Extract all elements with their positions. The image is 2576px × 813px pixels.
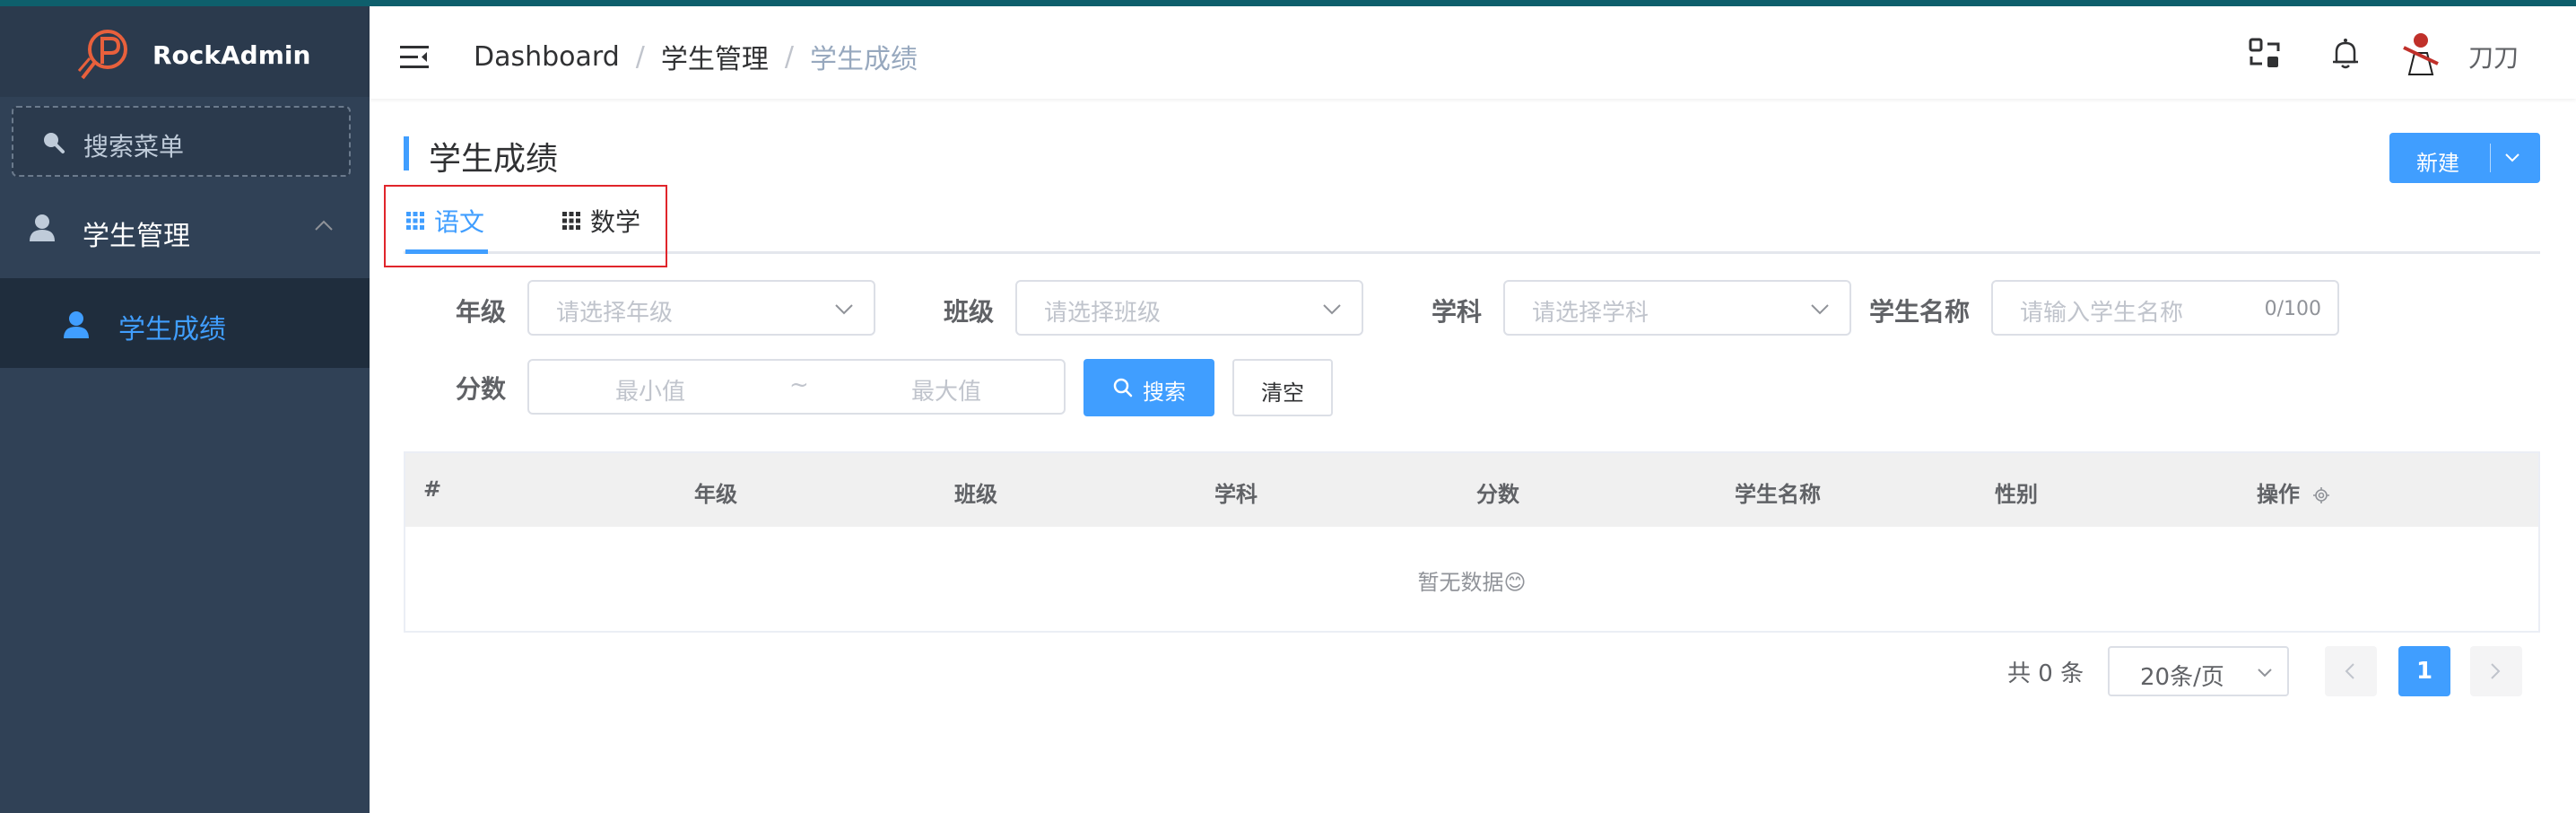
grade-label: 年级 [456, 297, 507, 327]
grade-placeholder: 请选择年级 [556, 300, 674, 327]
gear-icon[interactable] [2312, 486, 2330, 504]
subject-placeholder: 请选择学科 [1532, 300, 1649, 327]
column-header-class: 班级 [954, 482, 997, 507]
breadcrumb: Dashboard / 学生管理 / 学生成绩 [474, 37, 918, 76]
tabs-highlight-annotation [384, 185, 667, 267]
new-button-label: 新建 [2416, 151, 2459, 176]
screen-switch-icon[interactable] [2248, 37, 2282, 71]
search-button[interactable]: 搜索 [1083, 359, 1214, 416]
sidebar-group-label: 学生管理 [83, 221, 190, 252]
breadcrumb-separator: / [784, 40, 794, 73]
page-size-label: 20条/页 [2140, 664, 2224, 691]
chevron-down-icon[interactable] [2504, 153, 2520, 163]
chevron-down-icon [1811, 304, 1829, 315]
column-header-actions-label: 操作 [2257, 482, 2300, 507]
sidebar-group-student-management[interactable]: 学生管理 [0, 192, 370, 278]
breadcrumb-current: 学生成绩 [809, 44, 918, 75]
menu-search[interactable]: 搜索菜单 [12, 106, 351, 177]
menu-search-label: 搜索菜单 [83, 132, 185, 162]
sidebar-item-label: 学生成绩 [118, 314, 226, 345]
username[interactable]: 刀刀 [2468, 39, 2519, 74]
app-name: RockAdmin [152, 40, 311, 70]
column-header-student-name: 学生名称 [1735, 482, 1821, 507]
page-size-select[interactable]: 20条/页 [2108, 646, 2289, 696]
new-button-divider [2490, 144, 2491, 172]
hamburger-icon[interactable] [400, 44, 429, 71]
top-header: Dashboard / 学生管理 / 学生成绩 刀刀 [370, 6, 2576, 99]
chevron-down-icon [1323, 304, 1341, 315]
range-separator: ~ [789, 372, 809, 398]
score-min-input[interactable]: 最小值 [615, 373, 685, 406]
chevron-left-icon [2345, 663, 2354, 679]
scores-table: # 年级 班级 学科 分数 学生名称 性别 操作 暂无数据😊 [404, 451, 2540, 633]
class-placeholder: 请选择班级 [1044, 300, 1162, 327]
page-1-button[interactable]: 1 [2398, 646, 2450, 696]
chevron-down-icon [835, 304, 853, 315]
top-accent-line [0, 0, 2576, 6]
grade-select[interactable]: 请选择年级 [527, 280, 875, 336]
student-name-label: 学生名称 [1869, 297, 1971, 327]
sidebar: RockAdmin 搜索菜单 学生管理 学生成绩 [0, 0, 370, 813]
chevron-up-icon [315, 220, 333, 231]
column-header-index: # [423, 476, 442, 502]
breadcrumb-student-management[interactable]: 学生管理 [661, 37, 769, 76]
tabs-divider [404, 251, 2540, 254]
chevron-down-icon [2258, 669, 2272, 678]
breadcrumb-separator: / [635, 40, 645, 73]
new-button[interactable]: 新建 [2389, 133, 2540, 183]
score-range[interactable]: 最小值 ~ 最大值 [527, 359, 1066, 415]
logo-area[interactable]: RockAdmin [0, 6, 370, 97]
search-icon [1113, 378, 1133, 398]
score-max-input[interactable]: 最大值 [911, 373, 981, 406]
char-counter: 0/100 [2264, 298, 2321, 320]
column-header-grade: 年级 [694, 482, 737, 507]
class-label: 班级 [944, 297, 995, 327]
subject-select[interactable]: 请选择学科 [1503, 280, 1851, 336]
avatar[interactable] [2400, 31, 2441, 76]
clear-button-label: 清空 [1261, 380, 1304, 406]
student-name-input[interactable]: 请输入学生名称 0/100 [1991, 280, 2339, 336]
empty-state: 暂无数据😊 [1417, 570, 1527, 595]
breadcrumb-dashboard[interactable]: Dashboard [474, 41, 620, 73]
user-icon [30, 214, 55, 241]
page-title: 学生成绩 [429, 141, 559, 178]
chevron-right-icon [2491, 663, 2501, 679]
clear-button[interactable]: 清空 [1232, 359, 1333, 416]
class-select[interactable]: 请选择班级 [1015, 280, 1363, 336]
score-label: 分数 [456, 374, 507, 404]
total-count: 共 0 条 [2007, 660, 2084, 687]
logo-icon [77, 30, 127, 80]
column-header-actions: 操作 [2257, 476, 2330, 508]
column-header-subject: 学科 [1214, 482, 1258, 507]
page-title-accent [404, 136, 409, 170]
column-header-gender: 性别 [1995, 482, 2038, 507]
search-icon [44, 133, 65, 153]
student-name-placeholder: 请输入学生名称 [2020, 300, 2184, 327]
next-page-button[interactable] [2470, 646, 2522, 696]
user-icon [64, 311, 89, 338]
column-header-score: 分数 [1476, 482, 1519, 507]
search-button-label: 搜索 [1143, 380, 1186, 405]
table-header: # 年级 班级 学科 分数 学生名称 性别 操作 [405, 453, 2538, 527]
bell-icon[interactable] [2328, 37, 2363, 71]
prev-page-button[interactable] [2325, 646, 2377, 696]
subject-label: 学科 [1432, 297, 1483, 327]
sidebar-item-student-scores[interactable]: 学生成绩 [0, 278, 370, 368]
